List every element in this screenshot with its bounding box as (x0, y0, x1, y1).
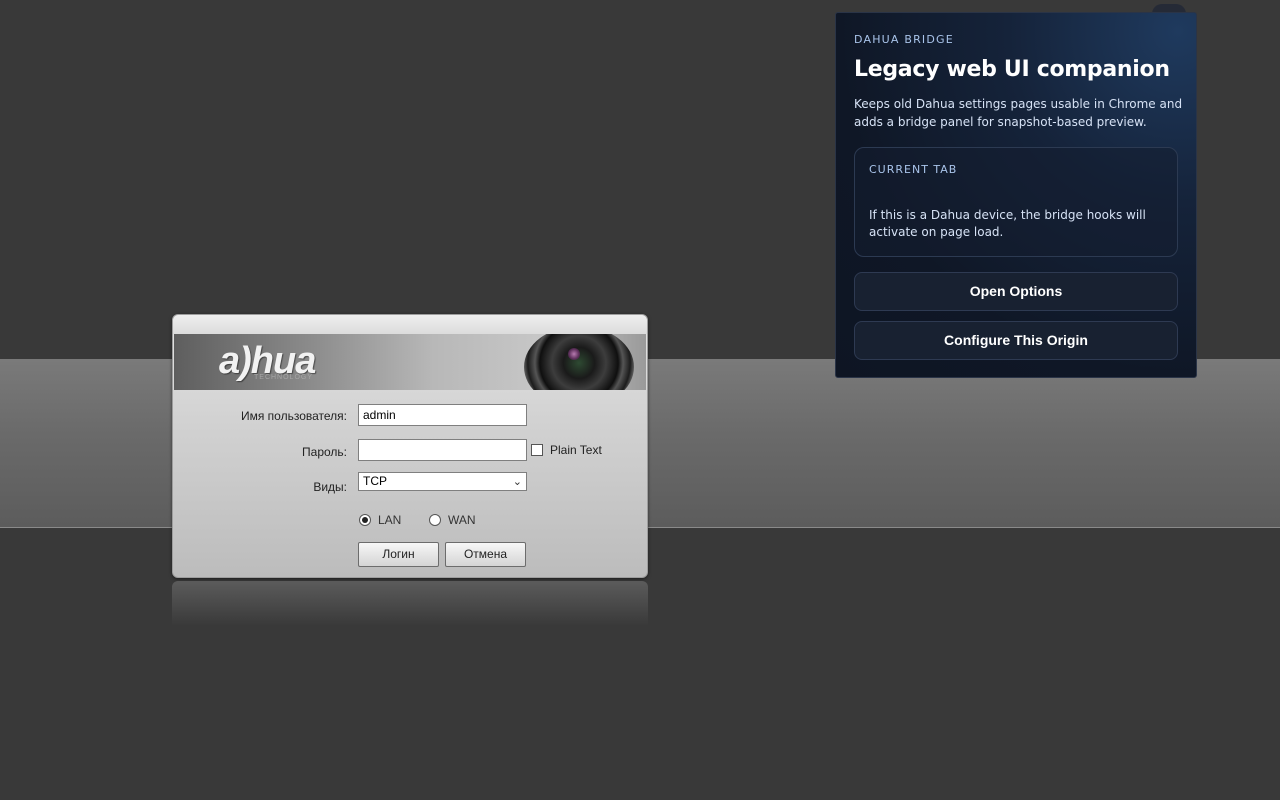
plain-text-label: Plain Text (550, 443, 602, 457)
open-options-button[interactable]: Open Options (854, 272, 1178, 311)
type-select[interactable]: TCP ⌄ (358, 472, 527, 491)
lan-label: LAN (378, 513, 402, 527)
plain-text-checkbox[interactable] (531, 444, 543, 456)
password-label: Пароль: (302, 445, 347, 459)
username-label: Имя пользователя: (240, 409, 347, 423)
popup-description: Keeps old Dahua settings pages usable in… (854, 97, 1183, 129)
card-eyebrow: CURRENT TAB (869, 163, 958, 176)
login-dialog: a)hua TECHNOLOGY Имя пользователя: Парол… (172, 314, 648, 578)
brand-banner: a)hua TECHNOLOGY (174, 334, 646, 390)
password-input[interactable] (358, 439, 527, 461)
chevron-down-icon: ⌄ (512, 476, 522, 488)
type-label: Виды: (313, 480, 347, 494)
extension-popup: DAHUA BRIDGE Legacy web UI companion Kee… (835, 12, 1197, 378)
username-input[interactable] (358, 404, 527, 426)
card-text: If this is a Dahua device, the bridge ho… (869, 208, 1146, 239)
current-tab-card: CURRENT TAB If this is a Dahua device, t… (854, 147, 1178, 257)
login-button[interactable]: Логин (358, 542, 439, 567)
popup-title: Legacy web UI companion (854, 57, 1170, 82)
lan-radio[interactable] (359, 514, 371, 526)
wan-label: WAN (448, 513, 476, 527)
configure-origin-button[interactable]: Configure This Origin (854, 321, 1178, 360)
logo-subtitle: TECHNOLOGY (254, 374, 314, 381)
dialog-reflection (172, 581, 648, 626)
camera-lens-image (524, 334, 634, 390)
wan-radio[interactable] (429, 514, 441, 526)
dialog-titlebar (173, 315, 647, 334)
popup-eyebrow: DAHUA BRIDGE (854, 33, 954, 46)
type-select-value: TCP (363, 474, 387, 488)
cancel-button[interactable]: Отмена (445, 542, 526, 567)
